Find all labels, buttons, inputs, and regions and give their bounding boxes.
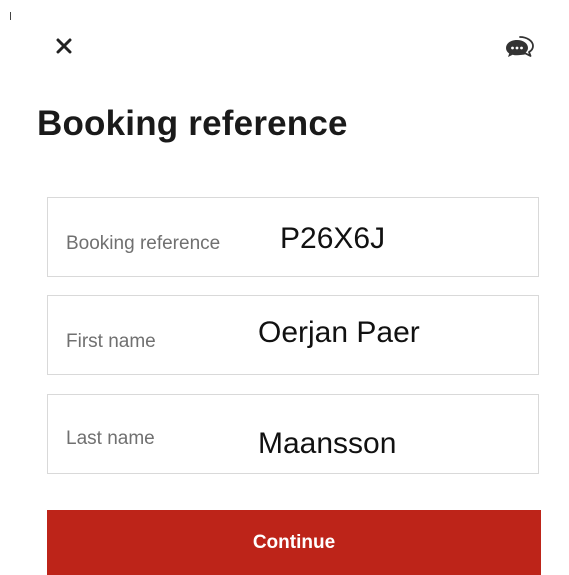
chat-support-button[interactable] xyxy=(503,32,539,60)
last-name-value: Maansson xyxy=(258,427,397,460)
page-title: Booking reference xyxy=(37,104,348,143)
chat-support-icon xyxy=(506,36,534,57)
last-name-field[interactable]: Last name Maansson xyxy=(47,394,539,474)
first-name-label: First name xyxy=(66,331,156,352)
close-icon xyxy=(56,38,72,54)
booking-reference-field[interactable]: Booking reference P26X6J xyxy=(47,197,539,277)
last-name-label: Last name xyxy=(66,428,155,449)
booking-reference-label: Booking reference xyxy=(66,233,221,254)
edge-mark xyxy=(10,12,11,20)
close-button[interactable] xyxy=(52,34,76,58)
continue-button[interactable]: Continue xyxy=(47,510,541,575)
booking-reference-value: P26X6J xyxy=(280,222,386,255)
first-name-field[interactable]: First name Oerjan Paer xyxy=(47,295,539,375)
first-name-value: Oerjan Paer xyxy=(258,316,420,349)
